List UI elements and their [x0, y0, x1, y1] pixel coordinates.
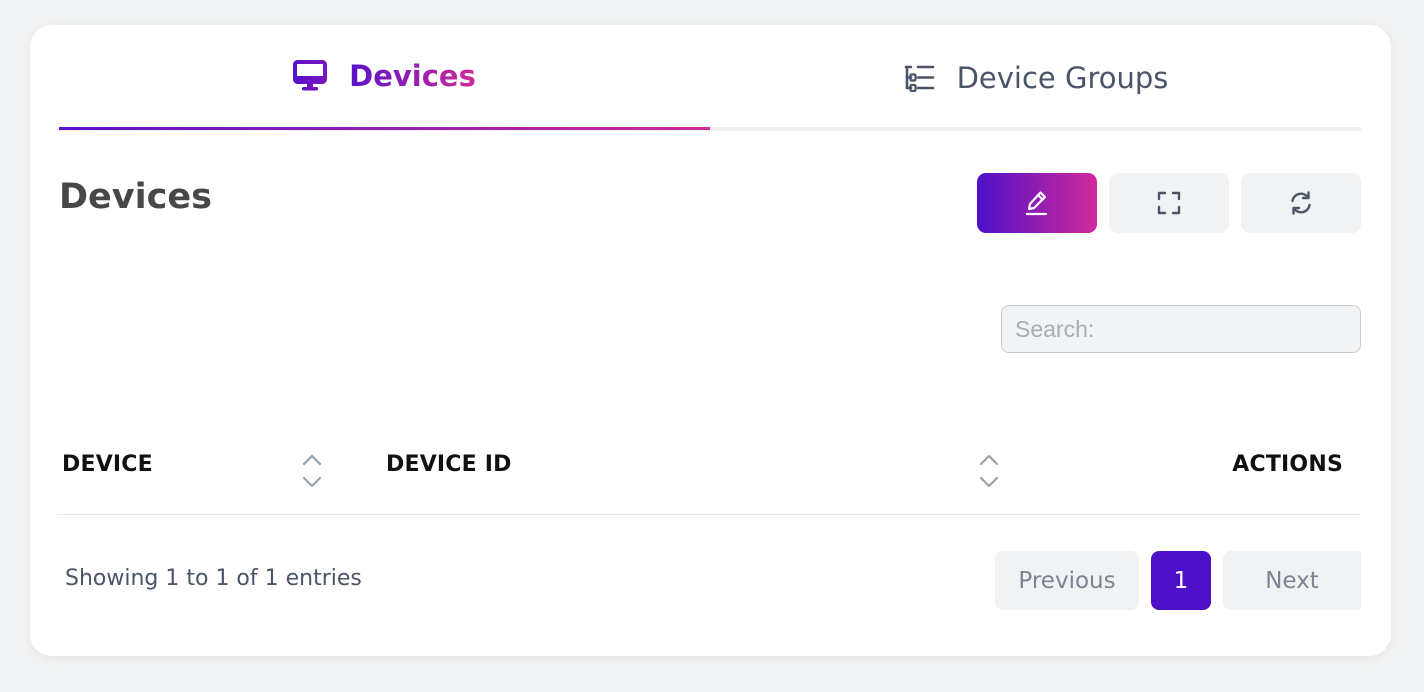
tab-bar: Devices Device Groups: [59, 25, 1361, 131]
column-header-device-id[interactable]: DEVICE ID: [386, 452, 512, 477]
refresh-button[interactable]: [1241, 173, 1361, 233]
page-title: Devices: [59, 177, 212, 217]
tab-active-indicator: [59, 127, 710, 130]
next-page-button[interactable]: Next: [1223, 551, 1361, 610]
refresh-icon: [1291, 191, 1311, 215]
devices-card: Devices Device Groups Devices Search: DE…: [30, 25, 1391, 656]
entries-info: Showing 1 to 1 of 1 entries: [65, 566, 362, 591]
column-header-device[interactable]: DEVICE: [62, 452, 153, 477]
column-header-actions: ACTIONS: [1232, 452, 1343, 477]
sort-icon[interactable]: [977, 454, 1001, 488]
page-1-button[interactable]: 1: [1151, 551, 1211, 610]
edit-button[interactable]: [977, 173, 1097, 233]
tab-devices-label: Devices: [349, 59, 476, 93]
tab-device-groups-label: Device Groups: [956, 61, 1169, 95]
tab-device-groups[interactable]: Device Groups: [710, 25, 1361, 131]
tab-devices[interactable]: Devices: [59, 25, 710, 131]
search-input[interactable]: [1001, 305, 1361, 353]
pencil-icon: [1025, 191, 1048, 216]
previous-page-button[interactable]: Previous: [995, 551, 1139, 610]
sort-icon[interactable]: [300, 454, 324, 488]
fullscreen-button[interactable]: [1109, 173, 1229, 233]
fullscreen-icon: [1157, 191, 1181, 215]
monitor-icon: [293, 60, 328, 91]
list-tree-icon: [904, 65, 934, 92]
table-divider: [57, 514, 1361, 515]
